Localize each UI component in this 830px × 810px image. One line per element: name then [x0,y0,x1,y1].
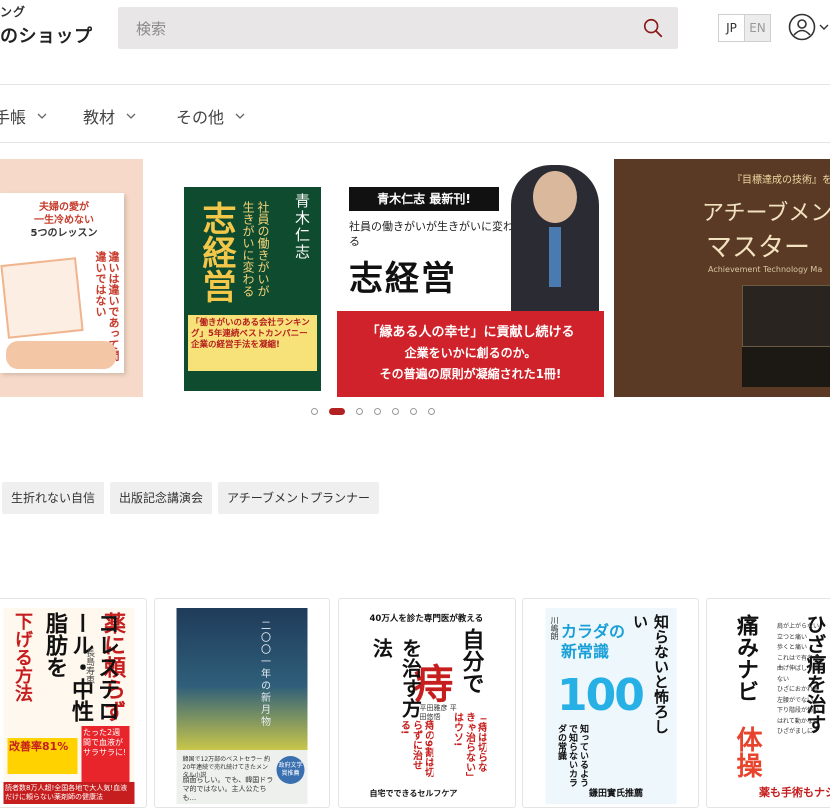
cd-discs [742,347,830,387]
search-input[interactable]: 検索 [136,18,166,39]
book-card-novel[interactable]: 二〇〇一年の新月物 韓国で12万部のベストセラー 約20年連続で売れ続けてきたメ… [154,598,330,808]
cd-box-set [742,285,830,347]
slide-illustration [0,257,84,339]
slide-badge: 青木仁志 最新刊! [349,187,499,211]
book-card-cholesterol[interactable]: 薬に頼らず コレステロール・中性脂肪を 下げる方法 長島寿恵 たった2週間で血液… [0,598,147,808]
carousel-dot[interactable] [392,408,399,415]
tag-button[interactable]: 出版記念講演会 [110,482,213,514]
carousel-dot[interactable] [329,408,345,415]
search-bar[interactable]: 検索 [118,7,678,49]
book-card-body-common-sense[interactable]: 川嶋朗 カラダの新常識 100 知らないと怖ろしい 知っているようで知らないカラ… [522,598,699,808]
header-divider [0,84,830,85]
carousel-slide-kokorozashi[interactable]: 青木仁志 社員の働きがいが生きがいに変わる 志経営 「働きがいのある会社ランキン… [153,159,604,397]
carousel-slide-couple-book[interactable]: 夫婦の愛が 一生冷めない 5つのレッスン 違いは違いであって間違いではない [0,159,143,397]
carousel-slide-achievement-master[interactable]: 『目標達成の技術』を アチーブメン マスター Achievement Techn… [614,159,830,397]
nav-item-techo[interactable]: 手帳 [0,104,48,128]
nav-label: その他 [176,108,225,127]
book-card-hemorrhoid[interactable]: 40万人を診た専門医が教える 自分で 痔 を治す方法 平田雅彦 平田悠悟 「痔は… [338,598,516,808]
logo-tagline: ング [0,5,27,19]
author-photo [511,165,599,311]
nav-divider [0,142,830,143]
nav-label: 教材 [83,108,116,127]
book-cover: 40万人を診た専門医が教える 自分で 痔 を治す方法 平田雅彦 平田悠悟 「痔は… [361,608,493,804]
nav-label: 手帳 [0,108,27,127]
carousel-dot[interactable] [356,408,363,415]
tag-button[interactable]: アチーブメントプランナー [218,482,380,514]
tag-button[interactable]: 生折れない自信 [2,482,105,514]
book-illustration [176,608,308,750]
language-switch[interactable]: JP EN [718,14,771,42]
book-cover: 川嶋朗 カラダの新常識 100 知らないと怖ろしい 知っているようで知らないカラ… [545,608,676,804]
user-account-icon[interactable] [788,13,816,41]
chevron-down-icon[interactable] [818,21,830,33]
book-cover: 痛みナビ ひざ痛を治す 肩が上がらない 立つと痛い 歩くと痛い これはで有名な … [725,608,830,804]
book-cover: 二〇〇一年の新月物 韓国で12万部のベストセラー 約20年連続で売れ続けてきたメ… [176,608,308,804]
book-symptom-list: 肩が上がらない 立つと痛い 歩くと痛い これはで有名な 曲げ伸ばしできない ひざ… [777,623,820,735]
chevron-down-icon [37,113,47,119]
chevron-down-icon [235,113,245,119]
carousel-dot[interactable] [374,408,381,415]
slide-footer-band: 「縁ある人の幸せ」に貢献し続ける 企業をいかに創るのか。 その普遍の原則が凝縮さ… [337,311,604,397]
nav-item-sonota[interactable]: その他 [176,104,246,128]
book-cover: 薬に頼らず コレステロール・中性脂肪を 下げる方法 長島寿恵 たった2週間で血液… [3,608,134,804]
slide-lead: 社員の働きがいが生きがいに変わる [349,220,514,248]
carousel-pagination [311,408,435,415]
nav-item-kyozai[interactable]: 教材 [83,104,137,128]
kokorozashi-book-cover: 青木仁志 社員の働きがいが生きがいに変わる 志経営 「働きがいのある会社ランキン… [184,187,321,391]
carousel-dot[interactable] [428,408,435,415]
site-logo[interactable]: のショップ [0,22,93,48]
lang-jp-button[interactable]: JP [719,15,744,41]
search-icon[interactable] [642,17,664,39]
carousel-dot[interactable] [311,408,318,415]
chevron-down-icon [126,113,136,119]
slide-big-title: 志経営 [349,259,457,299]
slide-book-title: 夫婦の愛が 一生冷めない 5つのレッスン [30,202,98,239]
lang-en-button[interactable]: EN [744,15,770,41]
carousel-dot[interactable] [410,408,417,415]
book-card-pain-navi[interactable]: 痛みナビ ひざ痛を治す 肩が上がらない 立つと痛い 歩くと痛い これはで有名な … [706,598,830,808]
